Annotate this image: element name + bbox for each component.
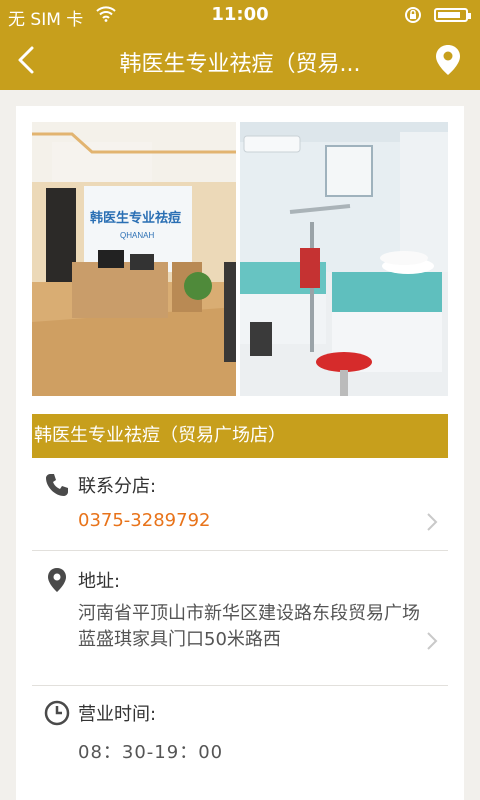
- battery-icon: [434, 8, 471, 22]
- store-photo-reception[interactable]: 韩医生专业祛痘 QHANAH: [32, 122, 236, 396]
- back-arrow-icon[interactable]: [10, 42, 46, 78]
- store-card: 韩医生专业祛痘 QHANAH 韩医生专业祛痘（贸易广场店） 联系分店: 0375…: [16, 106, 464, 800]
- treatment-room-illustration: [240, 122, 448, 396]
- map-pin-icon: [48, 568, 66, 592]
- sign-sub: QHANAH: [120, 231, 154, 240]
- store-photo-treatment-room[interactable]: [240, 122, 448, 396]
- phone-number[interactable]: 0375-3289792: [78, 510, 210, 531]
- address-label: 地址:: [78, 571, 121, 592]
- hours-text: 08：30-19：00: [78, 742, 224, 763]
- phone-icon: [46, 474, 68, 496]
- battery-fill: [438, 12, 461, 18]
- hours-row: 营业时间: 08：30-19：00: [32, 686, 448, 772]
- chevron-right-icon: [427, 632, 438, 650]
- sign-text: 韩医生专业祛痘: [90, 210, 181, 225]
- hours-label: 营业时间:: [78, 704, 157, 725]
- contact-row[interactable]: 联系分店: 0375-3289792: [32, 458, 448, 551]
- shop-name-bar: 韩医生专业祛痘（贸易广场店）: [32, 414, 448, 458]
- clock-icon: [44, 700, 70, 726]
- nav-bar: 韩医生专业祛痘（贸易...: [0, 30, 480, 90]
- address-row[interactable]: 地址: 河南省平顶山市新华区建设路东段贸易广场蓝盛琪家具门口50米路西: [32, 551, 448, 686]
- page-title: 韩医生专业祛痘（贸易...: [119, 52, 361, 77]
- contact-label: 联系分店:: [78, 476, 157, 497]
- chevron-right-icon: [427, 513, 438, 531]
- location-pin-icon[interactable]: [434, 44, 462, 76]
- rotation-lock-icon: [405, 7, 421, 23]
- reception-illustration: 韩医生专业祛痘 QHANAH: [32, 122, 236, 396]
- status-bar: 无 SIM 卡 11:00: [0, 0, 480, 30]
- address-text: 河南省平顶山市新华区建设路东段贸易广场蓝盛琪家具门口50米路西: [78, 603, 420, 650]
